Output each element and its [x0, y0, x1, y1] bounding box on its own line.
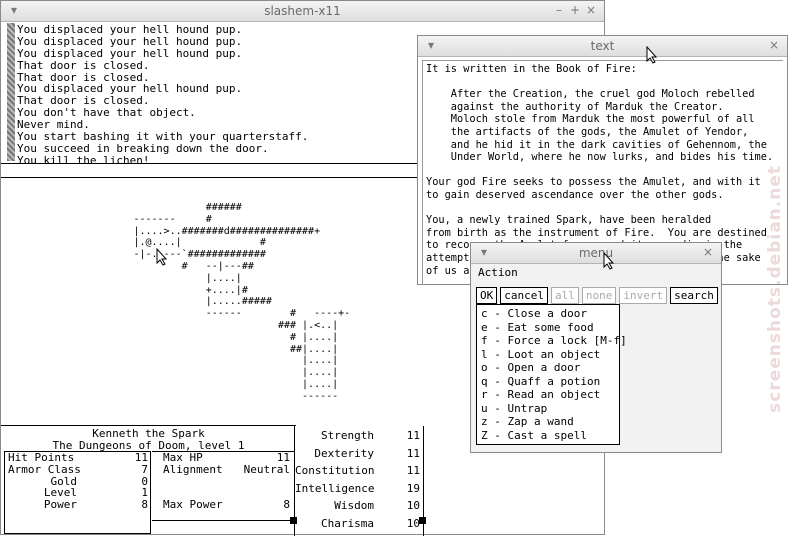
- minimize-button[interactable]: –: [552, 3, 566, 17]
- mouse-cursor-icon: [156, 248, 168, 266]
- text-titlebar[interactable]: ▾ text ×: [418, 36, 787, 57]
- menu-button-bar: OK cancel all none invert search: [476, 284, 721, 304]
- menu-item[interactable]: Z - Cast a spell: [481, 429, 615, 443]
- status-label: Power: [43, 498, 77, 512]
- menu-none-button[interactable]: none: [581, 287, 617, 304]
- text-line: [426, 202, 780, 215]
- text-line: Under World, where he now lurks, and bid…: [426, 151, 774, 164]
- resize-handle[interactable]: [419, 517, 426, 524]
- menu-window: ▾ menu × Action OK cancel all none invert sea…: [470, 242, 722, 453]
- text-line: It is written in the Book of Fire:: [426, 63, 637, 75]
- menu-item[interactable]: e - Eat some food: [481, 321, 615, 335]
- main-titlebar[interactable]: ▾ slashem-x11 – + ×: [1, 1, 604, 22]
- menu-window-title: menu: [578, 246, 614, 260]
- menu-item[interactable]: u - Untrap: [481, 402, 615, 416]
- text-line: After the Creation, the cruel god Moloch…: [426, 88, 755, 101]
- attribute-label: Strength: [321, 429, 374, 442]
- menu-search-button[interactable]: search: [670, 287, 718, 304]
- message-scrollbar[interactable]: [7, 23, 15, 161]
- attribute-label: Charisma: [321, 517, 374, 530]
- close-button[interactable]: ×: [701, 245, 715, 259]
- menu-item[interactable]: f - Force a lock [M-f]: [481, 334, 627, 348]
- dungeon-map[interactable]: ###### ------- # |....>..#######d#######…: [1, 202, 350, 403]
- menu-list[interactable]: c - Close a door e - Eat some food f - For…: [476, 304, 627, 445]
- resize-handle[interactable]: [290, 517, 297, 524]
- menu-all-button[interactable]: all: [551, 287, 579, 304]
- attribute-value: 10: [406, 499, 420, 513]
- menu-item[interactable]: r - Read an object: [481, 388, 615, 402]
- attribute-value: 11: [406, 446, 420, 460]
- menu-titlebar[interactable]: ▾ menu ×: [471, 243, 721, 264]
- attribute-label: Dexterity: [314, 446, 374, 460]
- close-button[interactable]: ×: [767, 38, 781, 52]
- status-value: 8: [283, 498, 290, 511]
- main-window-title: slashem-x11: [264, 4, 341, 18]
- text-line: Moloch stole from Marduk the most powerf…: [426, 113, 755, 126]
- text-line: and he hid it in the dark cavities of Ge…: [426, 138, 767, 151]
- attribute-value: 19: [406, 481, 420, 495]
- text-line: Your god Fire seeks to possess the Amule…: [426, 176, 761, 189]
- text-line: [426, 76, 780, 89]
- maximize-button[interactable]: +: [568, 3, 582, 17]
- menu-heading: Action: [478, 266, 518, 279]
- text-line: the artifacts of the gods, the Amulet of…: [426, 125, 749, 138]
- close-button[interactable]: ×: [584, 3, 598, 17]
- text-line: against the authority of Marduk the Crea…: [426, 100, 724, 113]
- divider: [1, 425, 296, 426]
- menu-item[interactable]: z - Zap a wand: [481, 415, 615, 429]
- text-line: [426, 164, 780, 177]
- text-line: to gain deserved ascendance over the oth…: [426, 188, 724, 201]
- status-value: Neutral: [243, 463, 290, 476]
- mouse-cursor-icon: [603, 252, 615, 270]
- attribute-label: Wisdom: [334, 499, 374, 513]
- attribute-label: Intelligence: [295, 481, 375, 495]
- text-line: from birth as the instrument of Fire. Yo…: [426, 226, 767, 239]
- menu-item[interactable]: l - Loot an object: [481, 348, 615, 362]
- menu-item[interactable]: o - Open a door: [481, 361, 615, 375]
- menu-cancel-button[interactable]: cancel: [500, 287, 548, 304]
- status-value: 8: [141, 498, 148, 512]
- menu-item[interactable]: c - Close a door: [481, 307, 615, 321]
- menu-OK-button[interactable]: OK: [476, 287, 498, 304]
- mouse-cursor-icon: [646, 46, 658, 64]
- attribute-value: 11: [406, 464, 420, 478]
- text-line: You, a newly trained Spark, have been he…: [426, 214, 712, 227]
- text-window-title: text: [590, 39, 615, 53]
- menu-item[interactable]: q - Quaff a potion: [481, 375, 615, 389]
- attribute-label: Constitution: [295, 464, 375, 478]
- watermark: screenshots.debian.net: [765, 165, 785, 413]
- menu-invert-button[interactable]: invert: [619, 287, 668, 304]
- attribute-value: 10: [406, 517, 420, 530]
- attribute-value: 11: [406, 429, 420, 442]
